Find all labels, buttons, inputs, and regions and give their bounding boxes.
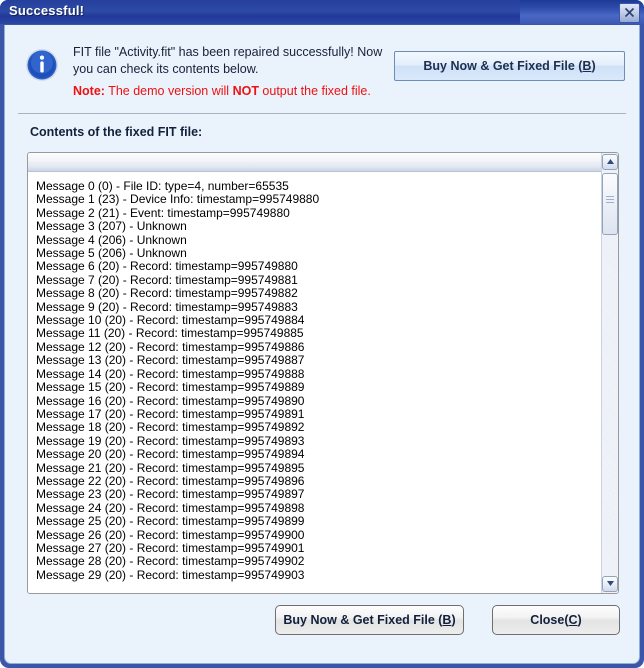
buy-bottom-label-pre: Buy Now & Get Fixed File ( bbox=[283, 613, 443, 627]
scroll-down-arrow-icon[interactable] bbox=[602, 576, 618, 592]
info-icon bbox=[25, 48, 59, 82]
scrollbar-thumb[interactable] bbox=[602, 173, 618, 235]
list-item[interactable]: Message 17 (20) - Record: timestamp=9957… bbox=[36, 407, 601, 421]
vertical-scrollbar[interactable] bbox=[601, 153, 618, 593]
list-item[interactable]: Message 27 (20) - Record: timestamp=9957… bbox=[36, 541, 601, 555]
buy-top-label-pre: Buy Now & Get Fixed File ( bbox=[423, 59, 583, 73]
list-item[interactable]: Message 25 (20) - Record: timestamp=9957… bbox=[36, 514, 601, 528]
list-item[interactable]: Message 3 (207) - Unknown bbox=[36, 219, 601, 233]
list-item[interactable]: Message 14 (20) - Record: timestamp=9957… bbox=[36, 367, 601, 381]
contents-listbox[interactable]: Message 0 (0) - File ID: type=4, number=… bbox=[27, 152, 619, 594]
list-item[interactable]: Message 28 (20) - Record: timestamp=9957… bbox=[36, 554, 601, 568]
list-item[interactable]: Message 22 (20) - Record: timestamp=9957… bbox=[36, 474, 601, 488]
list-item[interactable]: Message 1 (23) - Device Info: timestamp=… bbox=[36, 192, 601, 206]
list-item[interactable]: Message 9 (20) - Record: timestamp=99574… bbox=[36, 300, 601, 314]
list-item[interactable]: Message 26 (20) - Record: timestamp=9957… bbox=[36, 528, 601, 542]
list-item[interactable]: Message 4 (206) - Unknown bbox=[36, 233, 601, 247]
list-item[interactable]: Message 24 (20) - Record: timestamp=9957… bbox=[36, 501, 601, 515]
dialog-window: Successful! FIT file "Activity.fit" has bbox=[0, 0, 644, 668]
down-arrow-glyph bbox=[606, 581, 614, 586]
note-text-part2: output the fixed file. bbox=[258, 84, 371, 98]
dialog-client-area: FIT file "Activity.fit" has been repaire… bbox=[4, 25, 640, 664]
list-viewport[interactable]: Message 0 (0) - File ID: type=4, number=… bbox=[28, 173, 601, 593]
scroll-up-arrow-icon[interactable] bbox=[602, 154, 618, 170]
buy-bottom-label-post: ) bbox=[451, 613, 456, 627]
list-item[interactable]: Message 21 (20) - Record: timestamp=9957… bbox=[36, 461, 601, 475]
close-label-pre: Close( bbox=[530, 613, 569, 627]
window-title: Successful! bbox=[9, 3, 85, 18]
list-column-header[interactable] bbox=[28, 153, 618, 172]
note-emphasis: NOT bbox=[232, 84, 259, 98]
close-x-glyph bbox=[624, 7, 635, 18]
horizontal-separator bbox=[18, 113, 626, 114]
list-item[interactable]: Message 19 (20) - Record: timestamp=9957… bbox=[36, 434, 601, 448]
close-button[interactable]: Close(C) bbox=[492, 605, 620, 635]
scrollbar-grip bbox=[606, 196, 614, 204]
list-item[interactable]: Message 18 (20) - Record: timestamp=9957… bbox=[36, 420, 601, 434]
list-item[interactable]: Message 23 (20) - Record: timestamp=9957… bbox=[36, 487, 601, 501]
list-item[interactable]: Message 16 (20) - Record: timestamp=9957… bbox=[36, 394, 601, 408]
header-panel: FIT file "Activity.fit" has been repaire… bbox=[5, 25, 639, 112]
demo-note: Note: The demo version will NOT output t… bbox=[73, 84, 403, 98]
contents-label: Contents of the fixed FIT file: bbox=[30, 125, 203, 139]
list-item[interactable]: Message 12 (20) - Record: timestamp=9957… bbox=[36, 340, 601, 354]
buy-now-button-top[interactable]: Buy Now & Get Fixed File (B) bbox=[394, 51, 625, 81]
success-message: FIT file "Activity.fit" has been repaire… bbox=[73, 45, 383, 76]
list-item[interactable]: Message 6 (20) - Record: timestamp=99574… bbox=[36, 260, 601, 274]
list-item[interactable]: Message 0 (0) - File ID: type=4, number=… bbox=[36, 179, 601, 193]
title-bar: Successful! bbox=[0, 0, 644, 24]
list-item[interactable]: Message 2 (21) - Event: timestamp=995749… bbox=[36, 206, 601, 220]
list-item[interactable]: Message 5 (206) - Unknown bbox=[36, 246, 601, 260]
buy-top-label-post: ) bbox=[591, 59, 596, 73]
list-item[interactable]: Message 8 (20) - Record: timestamp=99574… bbox=[36, 286, 601, 300]
list-item[interactable]: Message 20 (20) - Record: timestamp=9957… bbox=[36, 447, 601, 461]
note-label: Note: bbox=[73, 84, 105, 98]
list-item[interactable]: Message 13 (20) - Record: timestamp=9957… bbox=[36, 353, 601, 367]
list-item[interactable]: Message 15 (20) - Record: timestamp=9957… bbox=[36, 380, 601, 394]
list-item[interactable]: Message 7 (20) - Record: timestamp=99574… bbox=[36, 273, 601, 287]
list-item[interactable]: Message 10 (20) - Record: timestamp=9957… bbox=[36, 313, 601, 327]
list-item[interactable]: Message 11 (20) - Record: timestamp=9957… bbox=[36, 327, 601, 341]
up-arrow-glyph bbox=[606, 159, 614, 164]
list-item[interactable]: Message 29 (20) - Record: timestamp=9957… bbox=[36, 568, 601, 582]
list-rows-container: Message 0 (0) - File ID: type=4, number=… bbox=[36, 179, 601, 582]
close-label-post: ) bbox=[577, 613, 582, 627]
buy-now-button-bottom[interactable]: Buy Now & Get Fixed File (B) bbox=[275, 605, 464, 635]
close-accel-key: C bbox=[568, 613, 578, 627]
close-icon[interactable] bbox=[619, 3, 640, 23]
note-text-part1: The demo version will bbox=[104, 84, 233, 98]
